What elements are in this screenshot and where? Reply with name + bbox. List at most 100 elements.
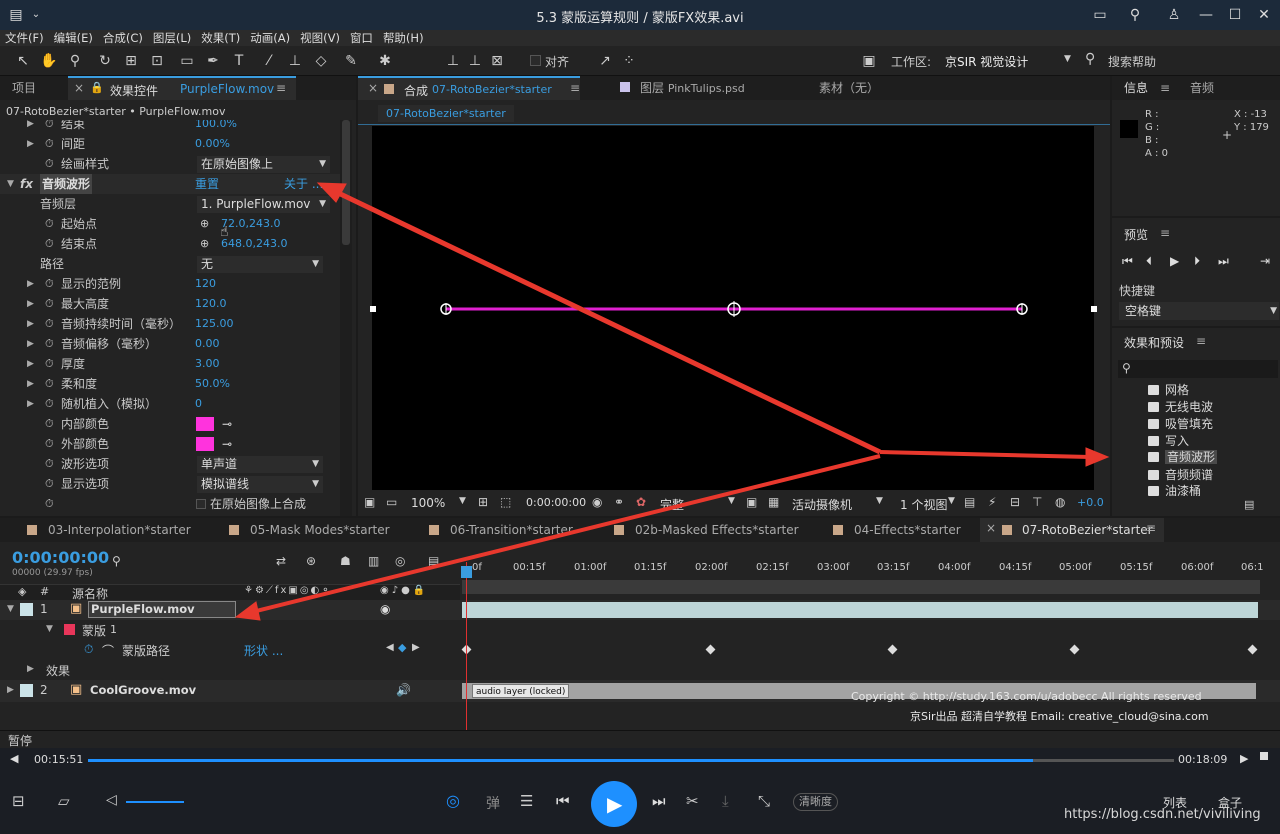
timeline-tab-active[interactable]: × 07-RotoBezier*starter ≡: [980, 518, 1164, 542]
effect-item-selected[interactable]: 音频波形: [1148, 448, 1218, 465]
loop-mode-icon[interactable]: ◎: [446, 791, 460, 810]
graph-editor-icon[interactable]: ▤: [428, 554, 439, 568]
play-button[interactable]: ▶: [591, 781, 637, 827]
close-icon[interactable]: ×: [986, 521, 996, 535]
stopwatch-icon[interactable]: ⏱: [45, 334, 54, 354]
timeline-tab[interactable]: 05-Mask Modes*starter: [244, 518, 396, 542]
menu-animation[interactable]: 动画(A): [245, 30, 295, 46]
stopwatch-icon[interactable]: ⏱: [84, 642, 93, 657]
timeline-tab[interactable]: 04-Effects*starter: [848, 518, 967, 542]
axis-world-icon[interactable]: ⊥: [466, 52, 484, 70]
menu-effect[interactable]: 效果(T): [196, 30, 245, 46]
scrollbar[interactable]: [340, 120, 352, 516]
stop-icon[interactable]: [1260, 752, 1268, 760]
comp-viewer[interactable]: [372, 126, 1094, 490]
expand-icon[interactable]: ▶: [27, 314, 34, 334]
fx-icon[interactable]: fx: [20, 174, 33, 194]
outer-color-swatch[interactable]: [196, 437, 214, 451]
param-value[interactable]: 125.00: [195, 314, 234, 334]
always-preview-icon[interactable]: ▣: [364, 495, 375, 509]
text-tool-icon[interactable]: T: [230, 52, 248, 70]
layer-name[interactable]: PurpleFlow.mov: [88, 601, 236, 618]
stopwatch-icon[interactable]: ⏱: [45, 134, 54, 154]
collapse-icon[interactable]: ▼: [46, 624, 53, 634]
keyframe-icon[interactable]: ◆: [398, 641, 406, 654]
views-dropdown[interactable]: 1 个视图: [900, 496, 947, 513]
mask-path-value[interactable]: 形状 ...: [244, 642, 283, 659]
tab-project[interactable]: 项目: [6, 76, 42, 100]
param-value[interactable]: 0: [195, 394, 202, 414]
stopwatch-icon[interactable]: ⏱: [45, 454, 54, 474]
search-icon[interactable]: ⚲: [112, 554, 121, 568]
effect-item[interactable]: 网格: [1148, 381, 1189, 398]
param-value[interactable]: 120.0: [195, 294, 227, 314]
param-value[interactable]: 648.0,243.0: [221, 234, 287, 254]
resolution-dropdown[interactable]: 完整: [660, 496, 684, 513]
next-icon[interactable]: ⏭: [652, 792, 666, 810]
mask-color[interactable]: [64, 624, 75, 635]
zoom-tool-icon[interactable]: ⚲: [66, 52, 84, 70]
stopwatch-icon[interactable]: ⏱: [45, 434, 54, 454]
selection-tool-icon[interactable]: ↖: [14, 52, 32, 70]
stopwatch-icon[interactable]: ⏱: [45, 394, 54, 414]
panel-menu-icon[interactable]: ≡: [1160, 226, 1170, 240]
param-value[interactable]: 3.00: [195, 354, 220, 374]
timeline-tab[interactable]: 03-Interpolation*starter: [42, 518, 197, 542]
inner-color-swatch[interactable]: [196, 417, 214, 431]
close-icon[interactable]: ×: [74, 81, 84, 95]
timeline-tab[interactable]: 06-Transition*starter: [444, 518, 579, 542]
snapshot-icon[interactable]: ◉: [592, 495, 602, 509]
motion-blur-icon[interactable]: ◎: [395, 554, 405, 568]
mask-path-row[interactable]: ⏱ ⌒ 蒙版路径 形状 ... ◀ ◆ ▶: [0, 640, 1280, 660]
menu-view[interactable]: 视图(V): [295, 30, 345, 46]
mask-row[interactable]: ▼ 蒙版 1: [0, 620, 1280, 640]
next-frame-icon[interactable]: ⏵: [1194, 254, 1200, 269]
display-dropdown[interactable]: 模拟谱线 ▼: [197, 476, 323, 493]
next-keyframe-icon[interactable]: ▶: [412, 642, 420, 653]
camera-dropdown[interactable]: 活动摄像机: [792, 496, 852, 513]
rotate-tool-icon[interactable]: ↻: [96, 52, 114, 70]
tab-composition[interactable]: × 合成 07-RotoBezier*starter ≡: [358, 76, 580, 100]
tab-info[interactable]: 信息: [1118, 76, 1154, 100]
draft-3d-icon[interactable]: ⊛: [306, 554, 316, 568]
shortcut-dropdown[interactable]: 空格键 ▼: [1119, 302, 1279, 320]
viewer-timecode[interactable]: 0:00:00:00: [526, 496, 586, 509]
eraser-tool-icon[interactable]: ◇: [312, 52, 330, 70]
channel-icon[interactable]: ✿: [636, 495, 646, 509]
frame-blend-icon[interactable]: ▥: [368, 554, 379, 568]
chevron-down-icon[interactable]: ▼: [876, 496, 883, 506]
search-help-input[interactable]: 搜索帮助: [1108, 53, 1156, 70]
minimize-icon[interactable]: —: [1196, 5, 1216, 25]
effect-item[interactable]: 音频频谱: [1148, 466, 1213, 483]
scissors-icon[interactable]: ✂: [686, 792, 699, 810]
composite-checkbox[interactable]: [196, 499, 206, 509]
prev-keyframe-icon[interactable]: ◀: [386, 642, 394, 653]
search-icon[interactable]: ⚲: [1085, 51, 1095, 67]
monitor-icon[interactable]: ▭: [386, 495, 397, 509]
puppet-tool-icon[interactable]: ✱: [376, 52, 394, 70]
maximize-icon[interactable]: ☐: [1225, 5, 1245, 25]
expand-icon[interactable]: ▶: [7, 685, 14, 695]
stopwatch-icon[interactable]: ⏱: [45, 234, 54, 254]
workspace-dropdown[interactable]: 京SIR 视觉设计: [945, 53, 1028, 70]
expand-icon[interactable]: ▶: [27, 274, 34, 294]
expand-icon[interactable]: ▶: [27, 354, 34, 374]
skin-icon[interactable]: ♙: [1164, 5, 1184, 25]
grid-snap-icon[interactable]: ⁘: [620, 52, 638, 70]
param-value[interactable]: 120: [195, 274, 216, 294]
param-value[interactable]: 100.0%: [195, 120, 237, 134]
prev-frame-icon[interactable]: ⏴: [1146, 254, 1152, 269]
expand-icon[interactable]: ▶: [27, 120, 34, 134]
comp-subtab[interactable]: 07-RotoBezier*starter: [378, 105, 514, 122]
expand-icon[interactable]: ▶: [27, 664, 34, 674]
timeline-icon[interactable]: ⊟: [1010, 495, 1020, 509]
param-value[interactable]: 72.0,243.0: [221, 214, 280, 234]
graph-icon[interactable]: ⌒: [102, 642, 114, 659]
fast-preview-icon[interactable]: ⚡: [988, 495, 996, 509]
vr-icon[interactable]: ▣: [860, 52, 878, 70]
rectangle-tool-icon[interactable]: ▭: [178, 52, 196, 70]
effect-item[interactable]: 吸管填充: [1148, 415, 1213, 432]
chevron-down-icon[interactable]: ▼: [1064, 54, 1071, 64]
visibility-icon[interactable]: ◉: [380, 602, 390, 616]
open-folder-icon[interactable]: ▱: [58, 792, 70, 810]
